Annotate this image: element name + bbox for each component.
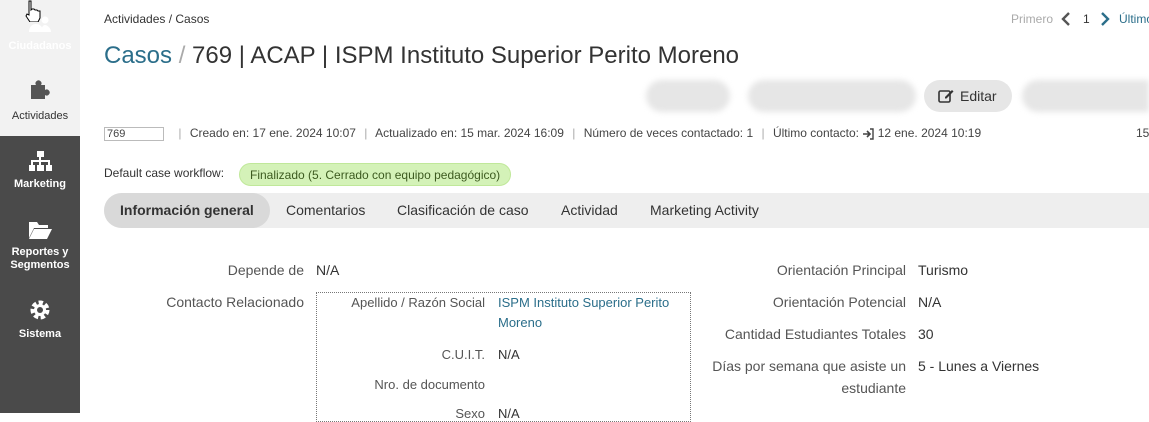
contact-count: Número de veces contactado: 1 bbox=[583, 126, 754, 140]
tab-bar: Información general Comentarios Clasific… bbox=[104, 193, 1149, 228]
edit-button-label: Editar bbox=[960, 88, 997, 104]
edit-button[interactable]: Editar bbox=[924, 80, 1012, 112]
cuit-value: N/A bbox=[498, 347, 520, 362]
orient-principal-value: Turismo bbox=[918, 262, 969, 278]
pager-current: 1 bbox=[1083, 12, 1090, 26]
sidebar-item-label: Sistema bbox=[18, 328, 62, 340]
created-date: Creado en: 17 ene. 2024 10:07 bbox=[189, 126, 356, 140]
breadcrumb[interactable]: Actividades / Casos bbox=[104, 12, 209, 26]
title-separator: / bbox=[178, 42, 186, 69]
orient-principal-label: Orientación Principal bbox=[776, 262, 906, 278]
sexo-label: Sexo bbox=[455, 406, 485, 421]
sidebar: Ciudadanos Actividades Marketing Reporte… bbox=[0, 0, 80, 413]
blurred-button-2[interactable] bbox=[748, 80, 916, 112]
sidebar-item-label: Reportes y Segmentos bbox=[10, 246, 70, 271]
meta-right-cut: 15 bbox=[1136, 126, 1149, 140]
sidebar-item-label: Marketing bbox=[14, 178, 66, 190]
estudiantes-label: Cantidad Estudiantes Totales bbox=[724, 326, 906, 342]
apellido-link[interactable]: ISPM Instituto Superior Perito Moreno bbox=[498, 293, 678, 333]
workflow-label: Default case workflow: bbox=[104, 166, 225, 180]
sexo-value: N/A bbox=[498, 406, 520, 421]
tab-clasificacion[interactable]: Clasificación de caso bbox=[381, 193, 545, 228]
edit-icon bbox=[938, 88, 954, 104]
puzzle-icon bbox=[28, 78, 52, 102]
tab-marketing-activity[interactable]: Marketing Activity bbox=[634, 193, 775, 228]
hand-cursor-icon bbox=[24, 0, 42, 22]
depende-label: Depende de bbox=[227, 262, 304, 278]
main-content: Actividades / Casos Primero 1 Último Cas… bbox=[80, 0, 1149, 422]
sign-in-icon bbox=[862, 128, 875, 140]
gear-icon bbox=[28, 298, 52, 322]
case-number-field[interactable]: 769 bbox=[104, 126, 164, 141]
title-section-link[interactable]: Casos bbox=[104, 42, 172, 69]
page-title: Casos / 769 | ACAP | ISPM Instituto Supe… bbox=[104, 42, 739, 70]
updated-date: Actualizado en: 15 mar. 2024 16:09 bbox=[375, 126, 564, 140]
blurred-button-1[interactable] bbox=[646, 80, 730, 112]
title-record: 769 | ACAP | ISPM Instituto Superior Per… bbox=[192, 42, 740, 69]
sitemap-icon bbox=[28, 150, 52, 174]
orient-potencial-label: Orientación Potencial bbox=[772, 294, 906, 310]
apellido-label: Apellido / Razón Social bbox=[351, 295, 485, 310]
sidebar-item-label: Ciudadanos bbox=[8, 40, 72, 52]
chevron-right-icon[interactable] bbox=[1100, 12, 1110, 26]
workflow-status-badge: Finalizado (5. Cerrado con equipo pedagó… bbox=[239, 163, 512, 186]
tab-actividad[interactable]: Actividad bbox=[545, 193, 634, 228]
depende-value: N/A bbox=[316, 262, 340, 278]
tab-informacion-general[interactable]: Información general bbox=[104, 193, 270, 228]
chevron-left-icon[interactable] bbox=[1061, 12, 1071, 26]
sidebar-item-reportes[interactable]: Reportes y Segmentos bbox=[0, 204, 80, 272]
sidebar-item-sistema[interactable]: Sistema bbox=[0, 284, 80, 352]
doc-label: Nro. de documento bbox=[374, 377, 485, 392]
contacto-label: Contacto Relacionado bbox=[166, 294, 304, 310]
sidebar-item-marketing[interactable]: Marketing bbox=[0, 136, 80, 204]
sidebar-item-label: Actividades bbox=[11, 110, 69, 122]
last-contact-value: 12 ene. 2024 10:19 bbox=[877, 126, 982, 140]
pager-last[interactable]: Último bbox=[1119, 12, 1149, 26]
dias-label-line1: Días por semana que asiste un bbox=[712, 358, 906, 374]
estudiantes-value: 30 bbox=[918, 326, 934, 342]
dias-value: 5 - Lunes a Viernes bbox=[918, 358, 1040, 374]
pager-first[interactable]: Primero bbox=[1011, 12, 1053, 26]
sidebar-item-actividades[interactable]: Actividades bbox=[0, 68, 80, 136]
blurred-button-3[interactable] bbox=[1022, 80, 1149, 112]
tab-comentarios[interactable]: Comentarios bbox=[270, 193, 381, 228]
dias-label-line2: estudiante bbox=[841, 380, 906, 396]
related-contact-box: Apellido / Razón Social ISPM Instituto S… bbox=[316, 292, 691, 422]
cuit-label: C.U.I.T. bbox=[441, 347, 485, 362]
meta-line: 769 | Creado en: 17 ene. 2024 10:07 | Ac… bbox=[104, 126, 981, 141]
last-contact-label: Último contacto: bbox=[772, 126, 860, 140]
orient-potencial-value: N/A bbox=[918, 294, 942, 310]
folder-open-icon bbox=[28, 218, 52, 242]
